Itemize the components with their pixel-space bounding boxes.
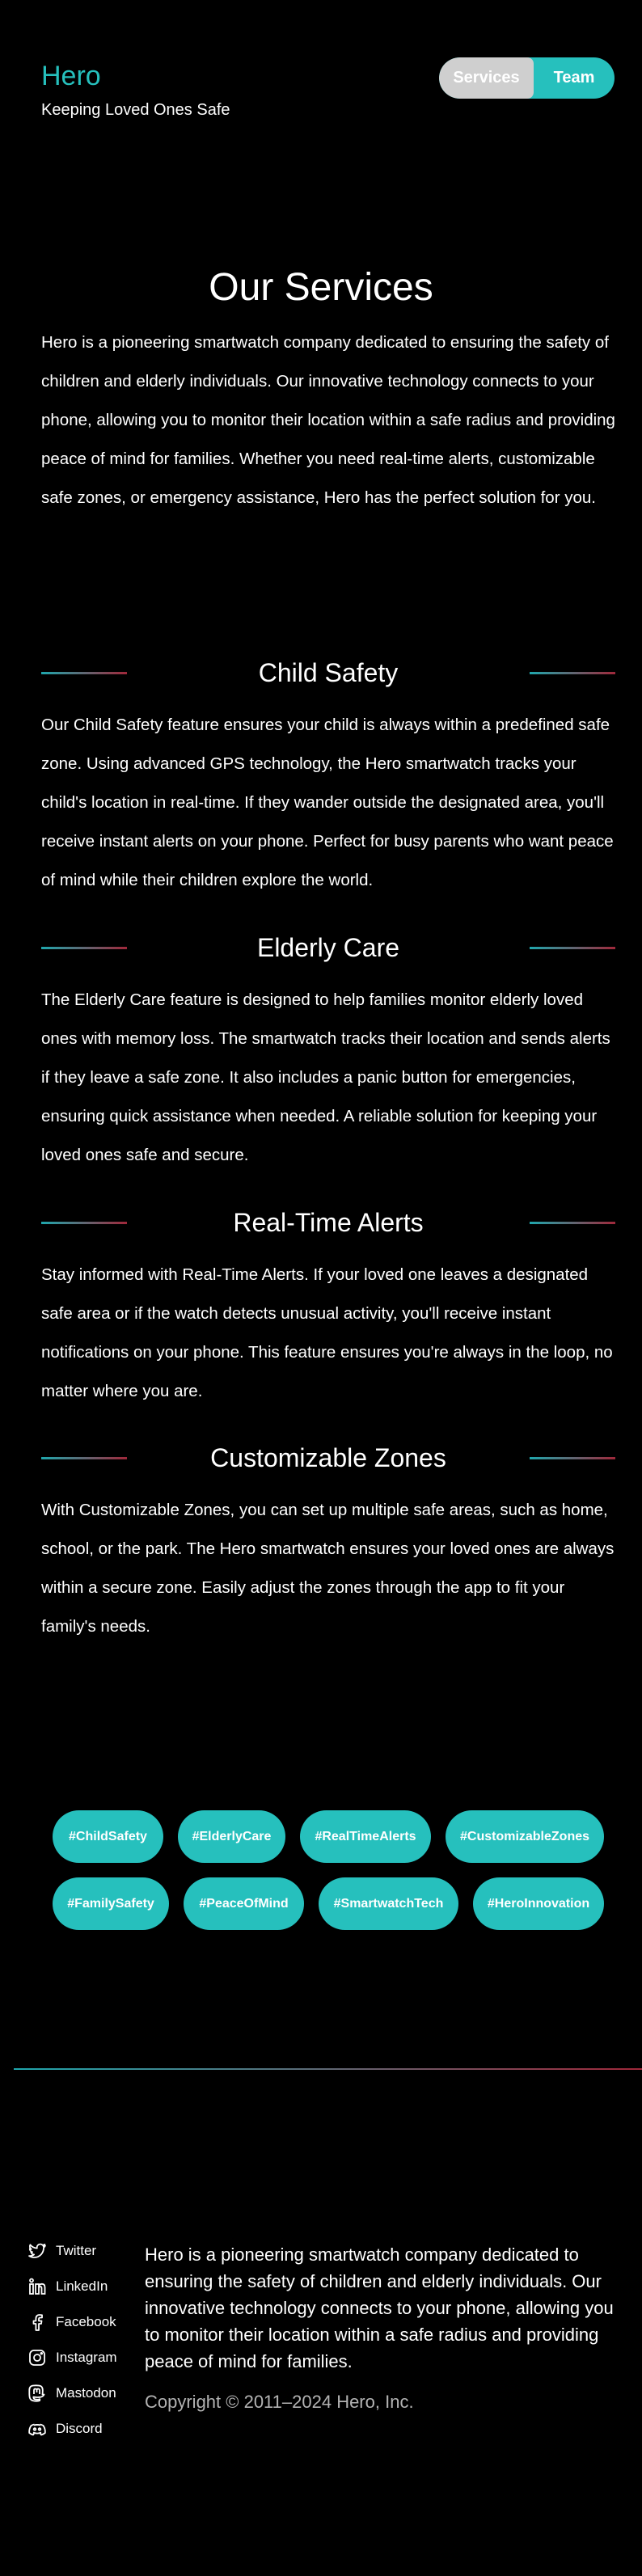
- page: Hero Keeping Loved Ones Safe Services Te…: [0, 0, 642, 2576]
- facebook-icon: [32, 2314, 43, 2331]
- service-text: The Elderly Care feature is designed to …: [41, 990, 610, 1164]
- social-link-instagram[interactable]: Instagram: [27, 2340, 117, 2375]
- social-label: Discord: [56, 2421, 103, 2436]
- divider-line-right: [530, 1221, 615, 1224]
- divider-line-right: [530, 946, 615, 949]
- instagram-icon: [29, 2350, 45, 2366]
- social-link-twitter[interactable]: Twitter: [27, 2233, 117, 2269]
- tag-child-safety[interactable]: #ChildSafety: [53, 1810, 163, 1863]
- social-label: Mastodon: [56, 2385, 116, 2401]
- tag-cloud: #ChildSafety #ElderlyCare #RealTimeAlert…: [41, 1810, 615, 1945]
- social-label: Instagram: [56, 2350, 117, 2365]
- linkedin-icon: [29, 2278, 46, 2295]
- divider-line-right: [530, 671, 615, 674]
- social-link-facebook[interactable]: Facebook: [27, 2304, 117, 2340]
- intro-text: Hero is a pioneering smartwatch company …: [41, 333, 615, 507]
- brand-name[interactable]: Hero: [41, 60, 230, 93]
- tag-family-safety[interactable]: #FamilySafety: [53, 1877, 169, 1930]
- nav-team-button[interactable]: Team: [534, 57, 615, 99]
- divider-line-left: [41, 671, 127, 674]
- footer-about: Hero is a pioneering smartwatch company …: [145, 2244, 614, 2371]
- service-title: Elderly Care: [256, 932, 400, 962]
- discord-icon: [28, 2423, 46, 2436]
- mastodon-icon: [28, 2384, 45, 2402]
- tag-real-time-alerts[interactable]: #RealTimeAlerts: [300, 1810, 431, 1863]
- divider-line-right: [530, 1456, 615, 1459]
- service-heading-real-time-alerts: Real-Time Alerts: [41, 1205, 615, 1240]
- page-title: Our Services: [209, 266, 433, 309]
- social-label: Facebook: [56, 2314, 116, 2329]
- service-title: Real-Time Alerts: [233, 1207, 424, 1237]
- tag-row: #ChildSafety #ElderlyCare #RealTimeAlert…: [41, 1810, 615, 1863]
- service-heading-customizable-zones: Customizable Zones: [41, 1440, 615, 1476]
- service-heading-elderly-care: Elderly Care: [41, 930, 615, 965]
- service-title: Customizable Zones: [210, 1442, 446, 1472]
- nav-toggle: Services Team: [439, 57, 615, 99]
- tag-customizable-zones[interactable]: #CustomizableZones: [446, 1810, 604, 1863]
- service-text: Our Child Safety feature ensures your ch…: [41, 716, 614, 889]
- copyright: Copyright © 2011–2024 Hero, Inc.: [145, 2392, 414, 2412]
- social-label: LinkedIn: [56, 2278, 108, 2294]
- service-text: With Customizable Zones, you can set up …: [41, 1501, 615, 1636]
- service-title: Child Safety: [258, 657, 399, 687]
- brand: Hero Keeping Loved Ones Safe: [41, 60, 230, 120]
- footer-divider: [14, 2068, 642, 2070]
- nav-services-button[interactable]: Services: [439, 57, 534, 99]
- tag-peace-of-mind[interactable]: #PeaceOfMind: [184, 1877, 304, 1930]
- brand-tagline: Keeping Loved Ones Safe: [41, 100, 230, 119]
- tag-hero-innovation[interactable]: #HeroInnovation: [473, 1877, 604, 1930]
- divider-line-left: [41, 1456, 127, 1459]
- social-links: Twitter LinkedIn Facebook Instagram Mast…: [27, 2233, 117, 2447]
- social-link-linkedin[interactable]: LinkedIn: [27, 2269, 117, 2304]
- service-text: Stay informed with Real-Time Alerts. If …: [41, 1265, 613, 1400]
- tag-smartwatch-tech[interactable]: #SmartwatchTech: [319, 1877, 458, 1930]
- twitter-icon: [28, 2243, 46, 2258]
- divider-line-left: [41, 1221, 127, 1224]
- social-link-discord[interactable]: Discord: [27, 2411, 117, 2447]
- tag-row: #FamilySafety #PeaceOfMind #SmartwatchTe…: [41, 1877, 615, 1930]
- social-label: Twitter: [56, 2243, 97, 2258]
- social-link-mastodon[interactable]: Mastodon: [27, 2375, 117, 2411]
- tag-elderly-care[interactable]: #ElderlyCare: [178, 1810, 285, 1863]
- service-heading-child-safety: Child Safety: [41, 655, 615, 690]
- divider-line-left: [41, 946, 127, 949]
